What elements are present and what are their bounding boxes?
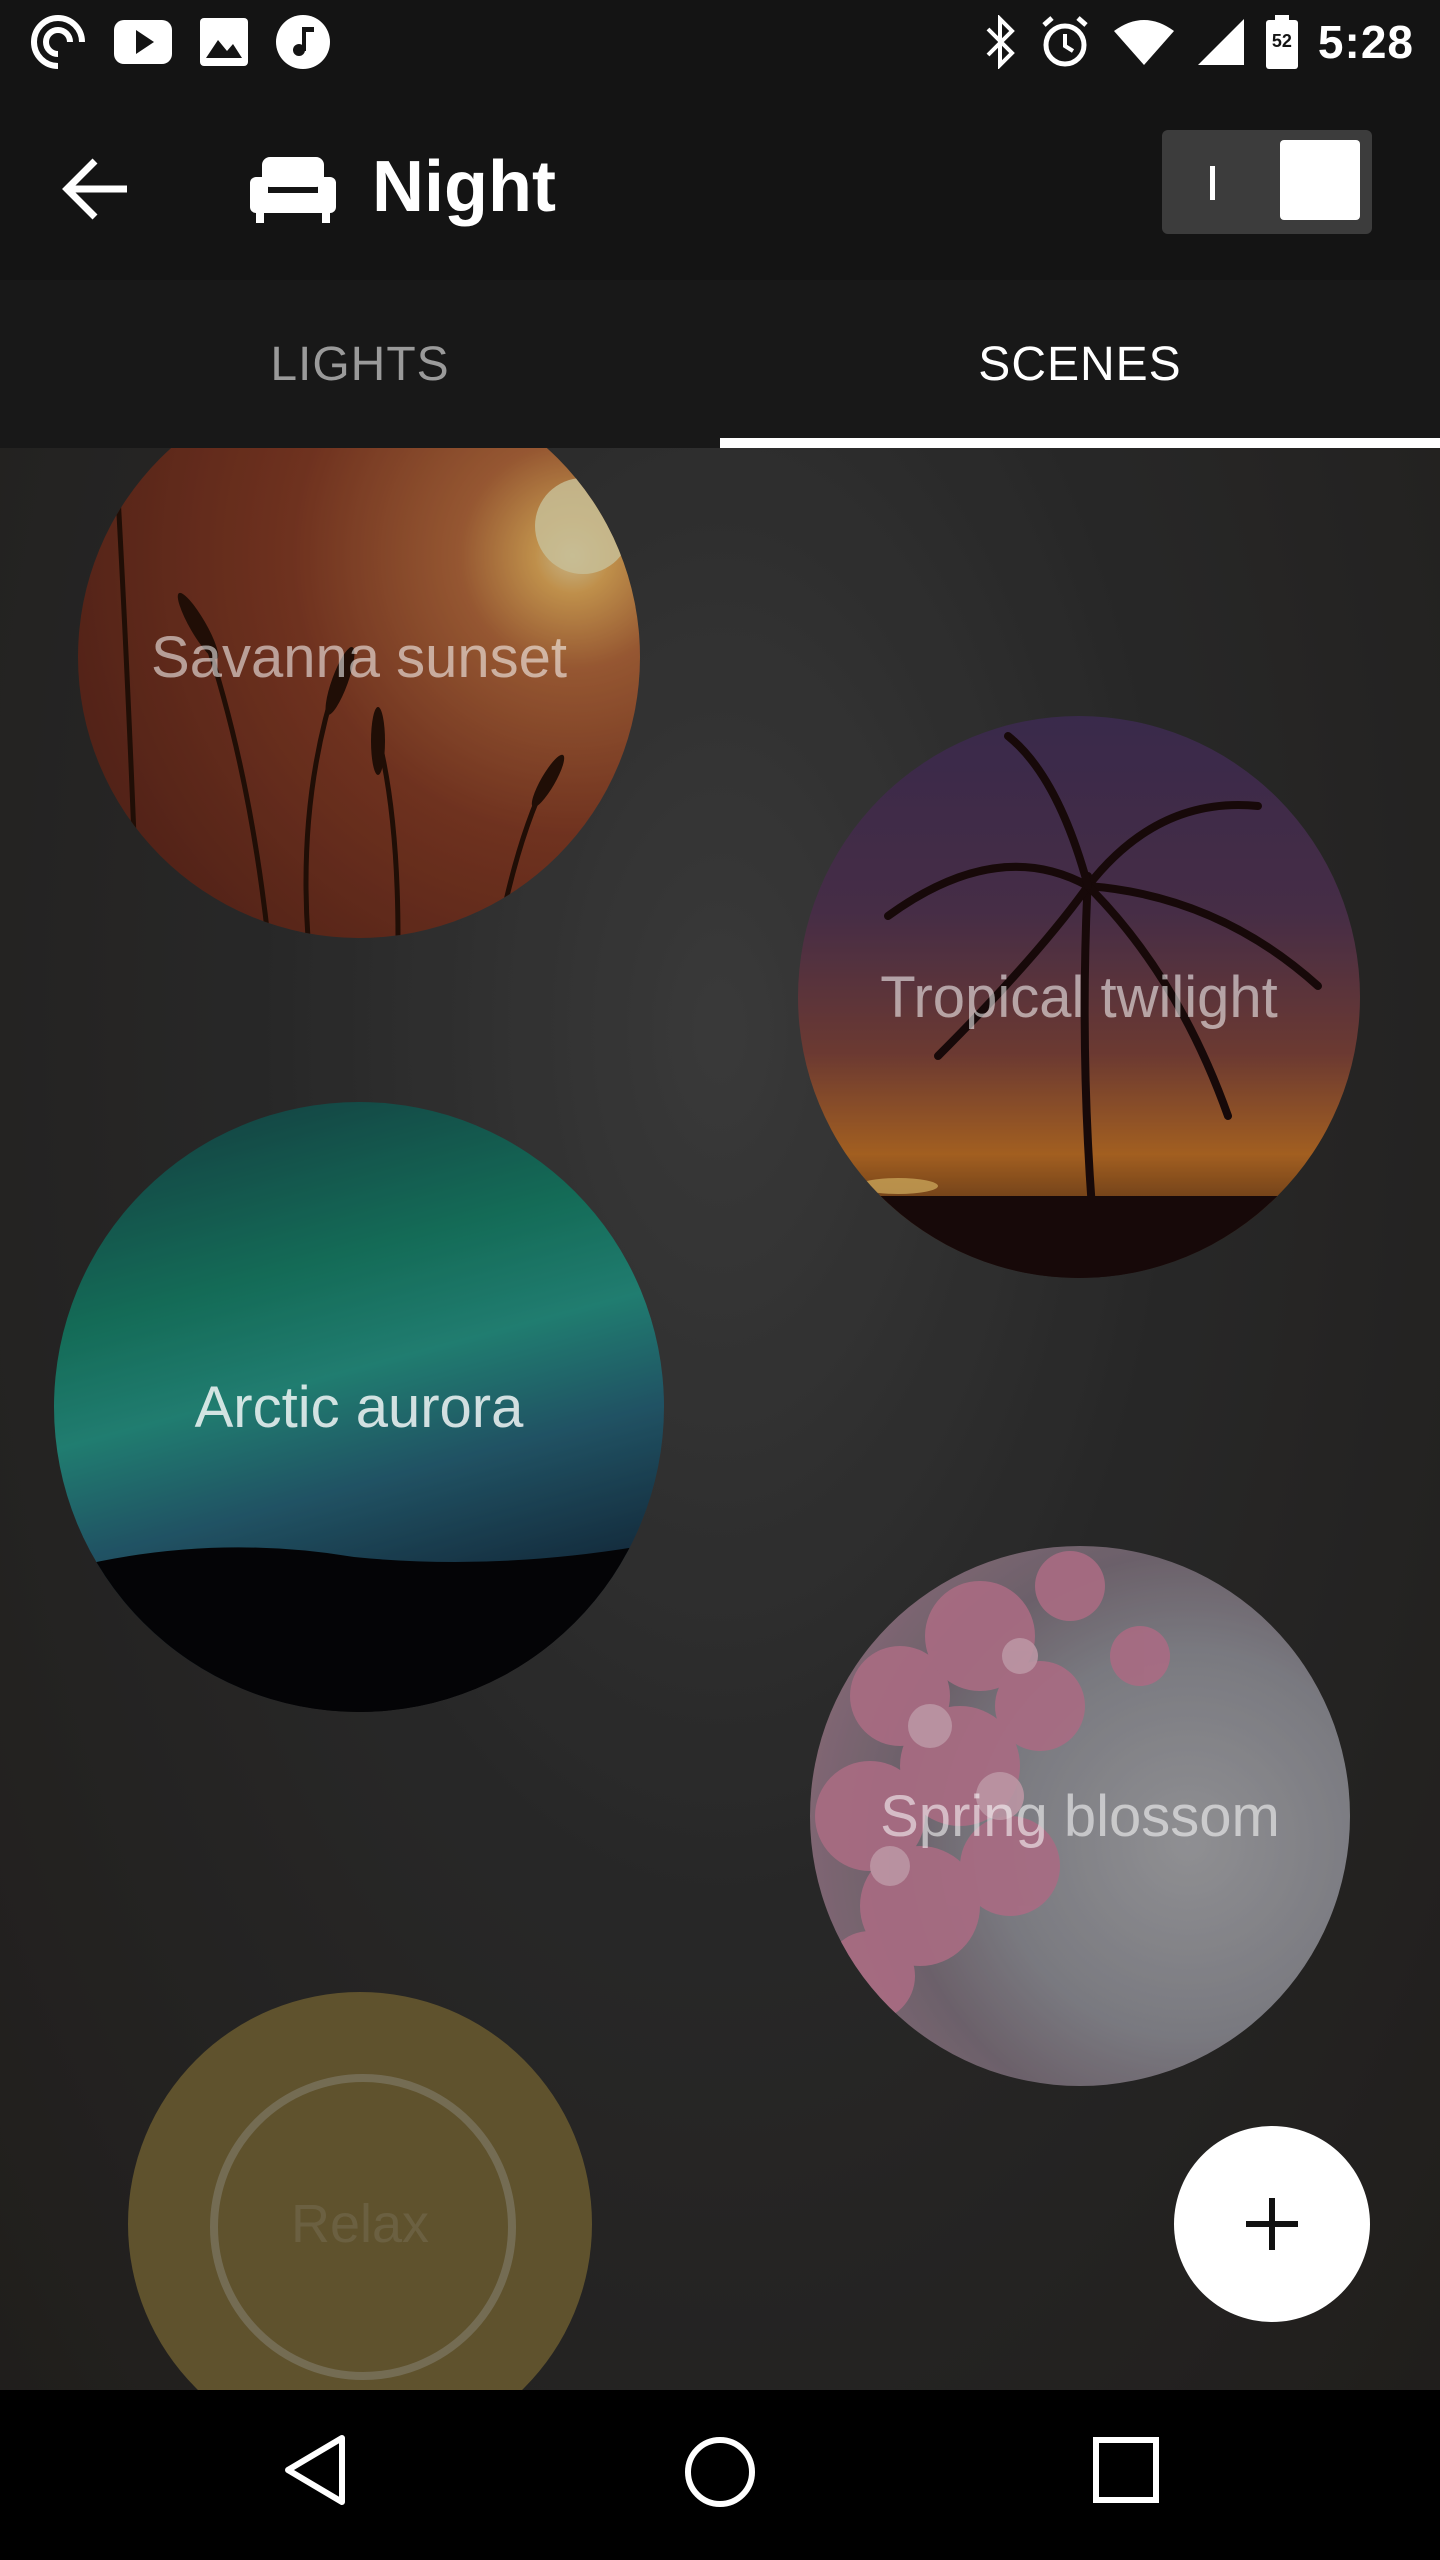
sofa-icon (250, 157, 336, 223)
music-icon (276, 15, 330, 69)
plus-icon (1246, 2198, 1298, 2250)
toggle-on-mark (1210, 166, 1215, 200)
pocket-casts-icon (31, 15, 86, 70)
status-bar: 52 5:28 (0, 0, 1440, 84)
recents-icon[interactable] (1092, 2436, 1160, 2504)
toggle-knob (1280, 140, 1360, 220)
tab-indicator (720, 438, 1440, 448)
youtube-icon (114, 20, 172, 64)
scene-label: Spring blossom (880, 1783, 1280, 1849)
room-power-toggle[interactable] (1162, 130, 1372, 234)
scene-tropical-twilight[interactable]: Tropical twilight (798, 716, 1360, 1278)
tab-bar: LIGHTS SCENES (0, 280, 1440, 448)
app-bar: Night (0, 84, 1440, 280)
tab-lights[interactable]: LIGHTS (0, 280, 720, 448)
scene-label: Relax (290, 2194, 430, 2254)
wifi-icon (1113, 20, 1174, 65)
tab-scenes[interactable]: SCENES (720, 280, 1440, 448)
scene-label: Arctic aurora (194, 1374, 524, 1440)
scene-arctic-aurora[interactable]: Arctic aurora (54, 1102, 664, 1712)
scene-savanna-sunset[interactable]: Savanna sunset (78, 448, 640, 938)
scene-label: Savanna sunset (151, 624, 567, 690)
clock: 5:28 (1317, 16, 1414, 68)
scene-spring-blossom[interactable]: Spring blossom (810, 1546, 1350, 2086)
back-arrow-icon[interactable] (55, 144, 145, 234)
cell-signal-icon (1197, 19, 1244, 65)
home-icon[interactable] (682, 2434, 758, 2510)
battery-level: 52 (1271, 31, 1292, 51)
battery-icon: 52 (1265, 15, 1298, 69)
page-title: Night (372, 147, 556, 227)
back-icon[interactable] (280, 2432, 350, 2508)
alarm-icon (1042, 16, 1088, 67)
bluetooth-icon (986, 15, 1015, 69)
image-icon (200, 18, 248, 66)
add-scene-button[interactable] (1174, 2126, 1370, 2322)
scenes-list[interactable]: Savanna sunset Tropical twilight Arctic … (0, 448, 1440, 2390)
scene-label: Tropical twilight (880, 964, 1278, 1030)
scene-relax[interactable]: Relax (128, 1992, 592, 2390)
navigation-bar (0, 2390, 1440, 2560)
grass-silhouette-image (115, 478, 631, 938)
